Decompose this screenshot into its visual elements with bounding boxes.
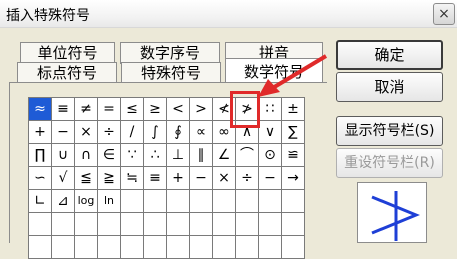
symbol-cell[interactable]: − bbox=[259, 167, 282, 190]
symbol-cell[interactable] bbox=[167, 213, 190, 236]
symbol-cell[interactable]: × bbox=[213, 167, 236, 190]
symbol-cell[interactable] bbox=[282, 236, 305, 259]
symbol-cell[interactable] bbox=[213, 236, 236, 259]
insert-symbol-dialog: 插入特殊符号 × 单位符号 数字序号 拼音 标点符号 特殊符号 数学符号 ≈ ≡ ≠… bbox=[0, 0, 457, 259]
symbol-cell[interactable]: √ bbox=[52, 167, 75, 190]
symbol-cell[interactable]: ∵ bbox=[121, 144, 144, 167]
symbol-cell[interactable] bbox=[167, 190, 190, 213]
symbol-cell[interactable] bbox=[144, 236, 167, 259]
symbol-cell[interactable] bbox=[282, 190, 305, 213]
symbol-cell[interactable]: ∨ bbox=[259, 121, 282, 144]
symbol-cell[interactable]: ≦ bbox=[75, 167, 98, 190]
symbol-cell[interactable]: ≤ bbox=[121, 98, 144, 121]
show-symbol-bar-button[interactable]: 显示符号栏(S) bbox=[336, 116, 443, 146]
tab-punctuation[interactable]: 标点符号 bbox=[17, 62, 117, 84]
symbol-cell[interactable]: ∟ bbox=[29, 190, 52, 213]
symbol-cell[interactable]: ≡ bbox=[52, 98, 75, 121]
ok-button[interactable]: 确定 bbox=[336, 40, 443, 70]
tab-special-symbols[interactable]: 特殊符号 bbox=[121, 62, 221, 84]
cancel-button[interactable]: 取消 bbox=[336, 72, 443, 102]
symbol-cell[interactable] bbox=[144, 213, 167, 236]
symbol-cell[interactable]: → bbox=[282, 167, 305, 190]
symbol-cell[interactable]: + bbox=[167, 167, 190, 190]
title-bar: 插入特殊符号 × bbox=[0, 0, 457, 28]
symbol-cell[interactable]: ⊿ bbox=[52, 190, 75, 213]
symbol-cell[interactable] bbox=[259, 236, 282, 259]
symbol-cell[interactable] bbox=[213, 190, 236, 213]
symbol-cell[interactable] bbox=[29, 236, 52, 259]
symbol-cell[interactable] bbox=[75, 236, 98, 259]
symbol-cell[interactable]: ÷ bbox=[98, 121, 121, 144]
symbol-cell[interactable]: ≧ bbox=[98, 167, 121, 190]
symbol-cell[interactable] bbox=[259, 190, 282, 213]
symbol-cell[interactable] bbox=[52, 213, 75, 236]
symbol-cell[interactable] bbox=[75, 213, 98, 236]
symbol-cell[interactable] bbox=[29, 213, 52, 236]
annotation-highlight-box bbox=[230, 91, 260, 128]
symbol-cell[interactable]: = bbox=[98, 98, 121, 121]
symbol-cell[interactable]: − bbox=[52, 121, 75, 144]
symbol-cell[interactable]: ⊙ bbox=[259, 144, 282, 167]
symbol-cell[interactable] bbox=[236, 236, 259, 259]
symbol-cell[interactable]: + bbox=[29, 121, 52, 144]
symbol-preview bbox=[357, 182, 427, 243]
symbol-cell[interactable]: ln bbox=[98, 190, 121, 213]
symbol-cell[interactable]: ⊥ bbox=[167, 144, 190, 167]
symbol-cell[interactable] bbox=[144, 190, 167, 213]
symbol-cell[interactable] bbox=[213, 213, 236, 236]
reset-symbol-bar-button: 重设符号栏(R) bbox=[336, 148, 443, 178]
symbol-cell[interactable]: log bbox=[75, 190, 98, 213]
symbol-cell[interactable]: ∽ bbox=[29, 167, 52, 190]
close-button[interactable]: × bbox=[433, 3, 455, 25]
symbol-cell[interactable] bbox=[190, 190, 213, 213]
symbol-cell[interactable] bbox=[121, 190, 144, 213]
tab-math-symbols[interactable]: 数学符号 bbox=[225, 58, 323, 84]
symbol-cell[interactable]: ∠ bbox=[213, 144, 236, 167]
symbol-cell[interactable]: ∑ bbox=[282, 121, 305, 144]
tab-number-sequence[interactable]: 数字序号 bbox=[120, 42, 220, 64]
symbol-cell[interactable] bbox=[282, 213, 305, 236]
symbol-cell[interactable] bbox=[98, 236, 121, 259]
symbol-cell[interactable] bbox=[167, 236, 190, 259]
preview-not-greater-than-icon bbox=[371, 191, 420, 241]
symbol-cell[interactable]: ≡ bbox=[144, 167, 167, 190]
symbol-cell[interactable] bbox=[190, 213, 213, 236]
dialog-title: 插入特殊符号 bbox=[6, 8, 90, 24]
tab-unit-symbols[interactable]: 单位符号 bbox=[20, 42, 115, 64]
symbol-cell[interactable]: > bbox=[190, 98, 213, 121]
symbol-cell[interactable] bbox=[259, 213, 282, 236]
symbol-cell[interactable] bbox=[190, 236, 213, 259]
symbol-cell[interactable] bbox=[236, 190, 259, 213]
symbol-cell[interactable]: ∥ bbox=[190, 144, 213, 167]
symbol-cell[interactable]: < bbox=[167, 98, 190, 121]
symbol-cell[interactable] bbox=[52, 236, 75, 259]
symbol-cell[interactable]: − bbox=[190, 167, 213, 190]
symbol-cell[interactable]: ≈ bbox=[29, 98, 52, 121]
symbol-cell[interactable]: ∴ bbox=[144, 144, 167, 167]
symbol-cell[interactable] bbox=[98, 213, 121, 236]
symbol-cell[interactable]: ∮ bbox=[167, 121, 190, 144]
symbol-cell[interactable] bbox=[236, 213, 259, 236]
symbol-grid: ≈ ≡ ≠ = ≤ ≥ < > ≮ ≯ ∷ ± + − × ÷ / ∫ ∮ ∝ ∞ ∧ ∨ ∑ ∏ ∪ ∩ ∈ ∵ ∴ ⊥ ∥ ∠ ⌒ ⊙ ≌ ∽ √ ≦ ≧… bbox=[28, 97, 305, 259]
symbol-cell[interactable]: ∝ bbox=[190, 121, 213, 144]
symbol-cell[interactable]: ∫ bbox=[144, 121, 167, 144]
symbol-cell[interactable]: ∩ bbox=[75, 144, 98, 167]
symbol-cell[interactable]: ⌒ bbox=[236, 144, 259, 167]
symbol-cell[interactable]: ≒ bbox=[121, 167, 144, 190]
symbol-cell[interactable]: ≥ bbox=[144, 98, 167, 121]
symbol-cell[interactable]: × bbox=[75, 121, 98, 144]
symbol-cell[interactable]: ≌ bbox=[282, 144, 305, 167]
symbol-cell[interactable]: ∷ bbox=[259, 98, 282, 121]
symbol-cell[interactable]: ÷ bbox=[236, 167, 259, 190]
symbol-cell[interactable]: ∏ bbox=[29, 144, 52, 167]
symbol-cell[interactable] bbox=[121, 213, 144, 236]
symbol-cell[interactable]: ∪ bbox=[52, 144, 75, 167]
symbol-cell[interactable] bbox=[121, 236, 144, 259]
symbol-cell[interactable]: ≠ bbox=[75, 98, 98, 121]
symbol-cell[interactable]: ∈ bbox=[98, 144, 121, 167]
symbol-cell[interactable]: / bbox=[121, 121, 144, 144]
symbol-cell[interactable]: ± bbox=[282, 98, 305, 121]
